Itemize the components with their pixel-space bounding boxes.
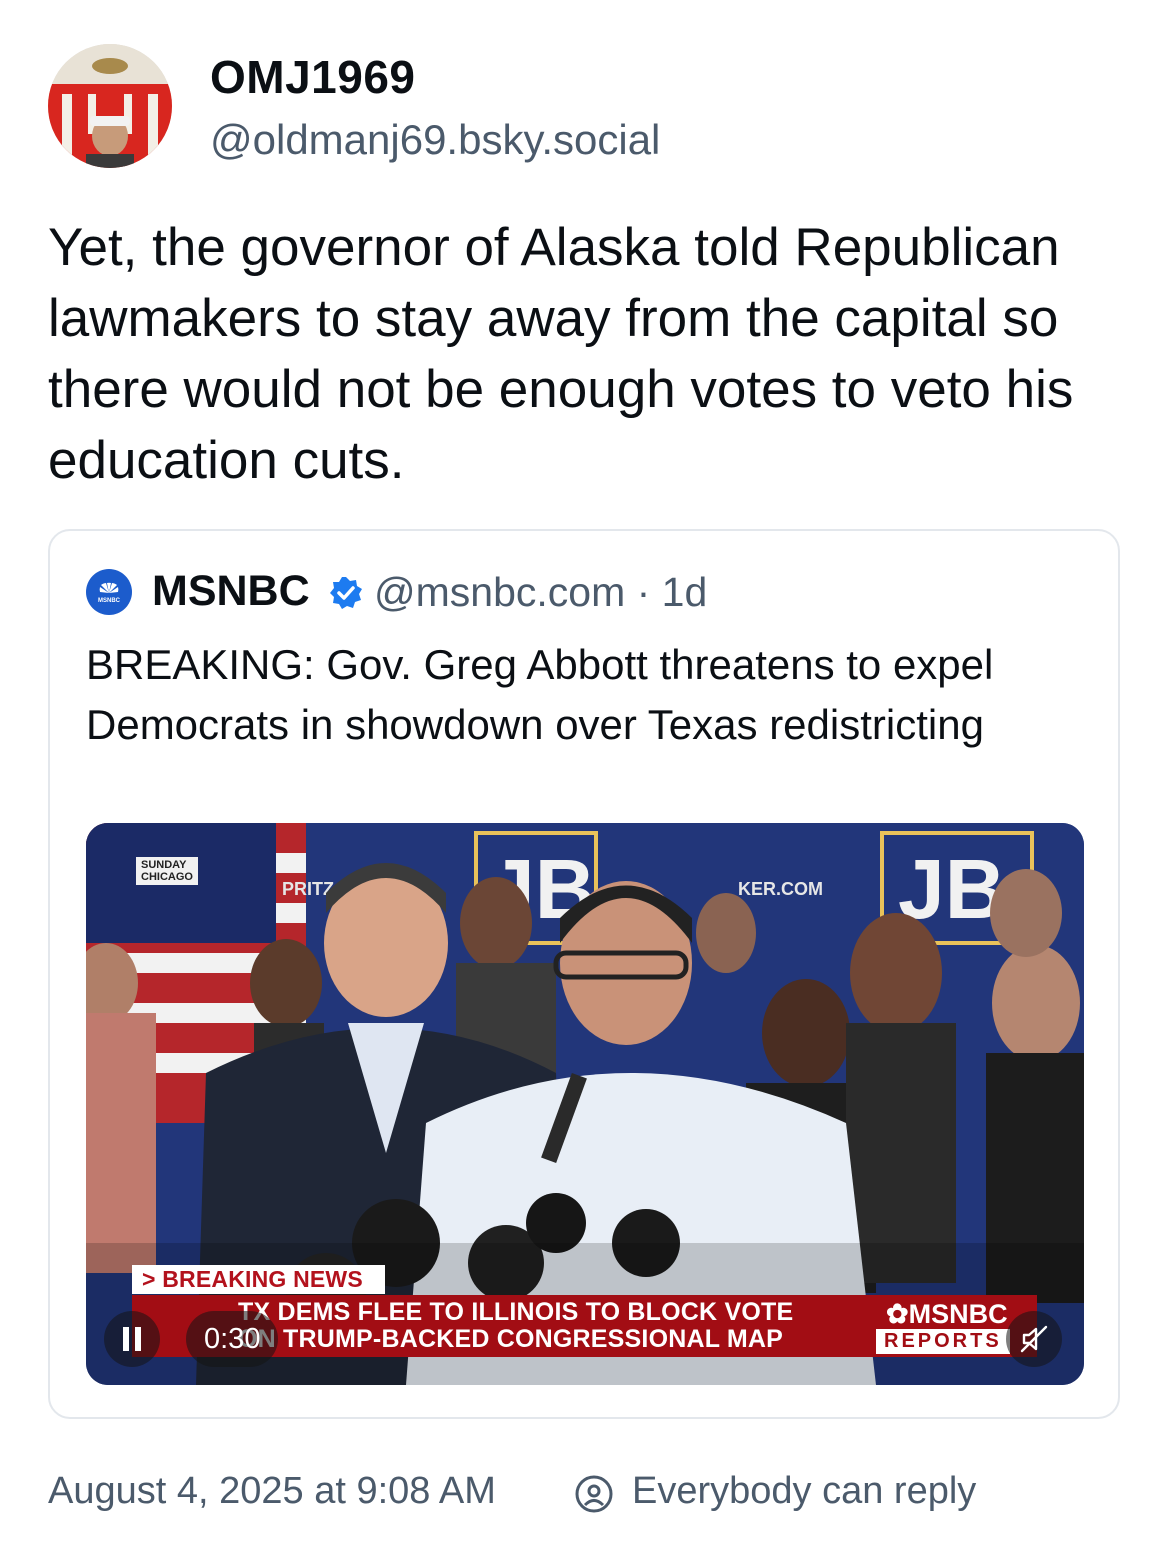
bug-line-2: CHICAGO xyxy=(141,871,193,883)
quoted-author-name[interactable]: MSNBC xyxy=(152,567,310,616)
bug-line-1: SUNDAY xyxy=(141,859,187,871)
peacock-icon: ✿ xyxy=(886,1299,909,1329)
post-timestamp: August 4, 2025 at 9:08 AM xyxy=(48,1470,496,1512)
msnbc-reports-label: REPORTS xyxy=(876,1329,1010,1354)
post-text: Yet, the governor of Alaska told Republi… xyxy=(48,218,1074,490)
headline-line-1: TX DEMS FLEE TO ILLINOIS TO BLOCK VOTE xyxy=(238,1298,794,1326)
breaking-news-label: > BREAKING NEWS xyxy=(132,1265,385,1294)
svg-text:MSNBC: MSNBC xyxy=(98,598,121,604)
verified-badge-icon xyxy=(330,577,362,609)
mute-button[interactable] xyxy=(1006,1311,1062,1367)
quoted-author-avatar[interactable]: MSNBC xyxy=(86,569,132,615)
video-elapsed-time: 0:30 xyxy=(186,1311,279,1367)
quoted-post-text: BREAKING: Gov. Greg Abbott threatens to … xyxy=(86,641,994,748)
msnbc-logo: ✿MSNBC xyxy=(886,1299,1008,1330)
quoted-author-handle-time: @msnbc.com · 1d xyxy=(374,569,708,615)
reply-setting-label[interactable]: Everybody can reply xyxy=(632,1470,976,1513)
breaking-news-headline: TX DEMS FLEE TO ILLINOIS TO BLOCK VOTE O… xyxy=(238,1299,793,1353)
author-display-name[interactable]: OMJ1969 xyxy=(210,50,416,104)
avatar-photo xyxy=(48,44,172,168)
location-bug: SUNDAY CHICAGO xyxy=(136,857,198,885)
author-handle[interactable]: @oldmanj69.bsky.social xyxy=(210,116,660,164)
pause-icon xyxy=(123,1327,141,1351)
reply-settings-icon xyxy=(575,1475,613,1513)
msnbc-peacock-icon: MSNBC xyxy=(92,575,126,609)
headline-line-2: ON TRUMP-BACKED CONGRESSIONAL MAP xyxy=(238,1325,784,1353)
quoted-post-card[interactable]: MSNBC MSNBC @msnbc.com · 1d BREAKING: Go… xyxy=(48,529,1120,1419)
muted-speaker-icon xyxy=(1020,1325,1048,1353)
video-player[interactable]: JB JB PRITZ KER.COM SUNDAY CHICAGO > BRE… xyxy=(86,823,1084,1385)
svg-text:KER.COM: KER.COM xyxy=(738,879,823,899)
pause-button[interactable] xyxy=(104,1311,160,1367)
author-avatar[interactable] xyxy=(48,44,172,168)
msnbc-logo-text: MSNBC xyxy=(908,1299,1008,1329)
